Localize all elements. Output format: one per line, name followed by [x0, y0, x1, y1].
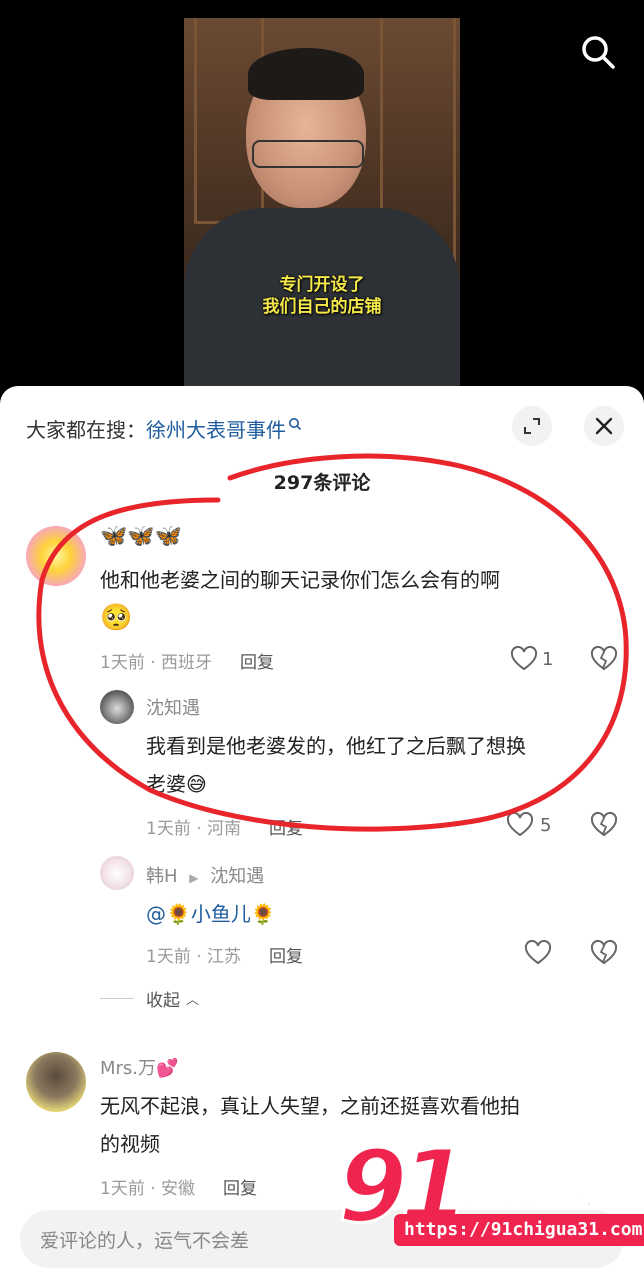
person-glasses	[252, 140, 364, 168]
heart-icon	[510, 646, 538, 671]
like-button[interactable]: 1	[510, 646, 553, 672]
comment-meta: 1天前 · 西班牙 回复	[100, 648, 274, 673]
hot-search-prefix: 大家都在搜：	[26, 418, 146, 442]
like-button[interactable]: 5	[506, 812, 551, 838]
collapse-replies-button[interactable]: 收起 ︿	[100, 986, 199, 1011]
expand-button[interactable]	[512, 406, 552, 446]
comment-meta: 1天前 · 安徽 回复	[100, 1174, 257, 1199]
comment-text: 老婆😅	[146, 772, 207, 796]
like-count: 5	[540, 814, 552, 836]
comment-text: 的视频	[100, 1132, 160, 1156]
broken-heart-icon	[590, 645, 618, 671]
collapse-label: 收起	[146, 991, 180, 1011]
comment-text: 他和他老婆之间的聊天记录你们怎么会有的啊	[100, 568, 500, 592]
dislike-button[interactable]	[590, 939, 618, 970]
avatar[interactable]	[100, 690, 134, 724]
broken-heart-icon	[590, 811, 618, 837]
reply-button[interactable]: 回复	[269, 947, 303, 967]
reply-button[interactable]: 回复	[269, 819, 303, 839]
reply-arrow-icon: ▶	[189, 871, 199, 885]
avatar[interactable]	[26, 1052, 86, 1112]
reply-button[interactable]: 回复	[240, 653, 274, 673]
comment-time-location: 1天前 · 江苏	[146, 947, 242, 967]
comment-mention[interactable]: @🌻小鱼儿🌻	[146, 896, 276, 932]
broken-heart-icon	[590, 939, 618, 965]
dislike-button[interactable]	[590, 811, 618, 842]
comment-text: 无风不起浪，真让人失望，之前还挺喜欢看他拍	[100, 1094, 520, 1118]
avatar[interactable]	[100, 856, 134, 890]
heart-icon	[506, 812, 534, 837]
comment-text-emoji: 🥺	[100, 603, 133, 633]
avatar[interactable]	[26, 526, 86, 586]
person-hair	[248, 48, 364, 100]
search-button[interactable]	[578, 32, 618, 72]
comment-author[interactable]: Mrs.万💕	[100, 1054, 178, 1080]
video-player[interactable]: 专门开设了 我们自己的店铺	[0, 0, 644, 400]
comment-text: 我看到是他老婆发的，他红了之后飘了想换	[146, 734, 526, 758]
like-button[interactable]	[524, 940, 552, 966]
search-small-icon	[289, 418, 302, 431]
comment-author[interactable]: 沈知遇	[146, 694, 200, 720]
search-icon	[582, 36, 615, 69]
comment-time-location: 1天前 · 安徽	[100, 1179, 196, 1199]
hot-search-link[interactable]: 徐州大表哥事件	[146, 418, 286, 442]
comment-count-title: 297条评论	[273, 472, 371, 494]
reply-target[interactable]: 沈知遇	[210, 866, 264, 887]
heart-icon	[524, 940, 552, 965]
video-subtitle-line2: 我们自己的店铺	[262, 297, 382, 317]
comment-meta: 1天前 · 江苏 回复	[146, 942, 303, 967]
like-count: 1	[542, 648, 554, 670]
reply-button[interactable]: 回复	[223, 1179, 257, 1199]
expand-icon	[524, 418, 540, 434]
comment-author[interactable]: 🦋🦋🦋	[100, 524, 182, 549]
hot-search-bar[interactable]: 大家都在搜：徐州大表哥事件	[26, 414, 302, 443]
watermark-logo: 91 吃瓜中心 https://91chigua31.com	[336, 1127, 644, 1260]
close-button[interactable]	[584, 406, 624, 446]
close-icon	[595, 417, 613, 435]
chevron-up-icon: ︿	[186, 993, 200, 1008]
comment-input-placeholder: 爱评论的人，运气不会差	[40, 1230, 250, 1252]
comment-time-location: 1天前 · 西班牙	[100, 653, 213, 673]
watermark-url: https://91chigua31.com	[394, 1214, 644, 1246]
comment-author[interactable]: 韩H	[146, 866, 178, 887]
watermark-name: 吃瓜中心	[447, 1164, 617, 1215]
divider	[100, 998, 134, 999]
video-frame: 专门开设了 我们自己的店铺	[184, 18, 460, 390]
comment-reply-header: 韩H ▶ 沈知遇	[146, 862, 264, 888]
dislike-button[interactable]	[590, 645, 618, 676]
comment-time-location: 1天前 · 河南	[146, 819, 242, 839]
comment-meta: 1天前 · 河南 回复	[146, 814, 303, 839]
